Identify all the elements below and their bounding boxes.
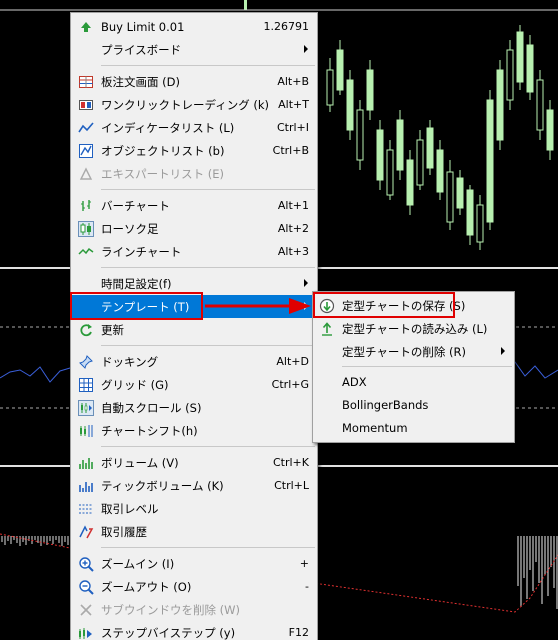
menu-item-template-adx[interactable]: ADX — [313, 370, 514, 393]
candle-body — [496, 69, 504, 141]
object-list-icon — [78, 143, 94, 159]
candle-body — [516, 31, 524, 83]
submenu-arrow-icon — [304, 279, 308, 287]
expert-list-icon — [78, 166, 94, 182]
line-chart-icon — [78, 244, 94, 260]
chart-context-menu: Buy Limit 0.01 1.26791 プライスボード 板注文画面 (D)… — [70, 12, 318, 640]
menu-item-buy-limit[interactable]: Buy Limit 0.01 1.26791 — [71, 15, 317, 38]
candle-body — [476, 204, 484, 243]
menu-item-object-list[interactable]: オブジェクトリスト (b) Ctrl+B — [71, 139, 317, 162]
candle-body — [446, 171, 454, 223]
candlestick-icon — [78, 221, 94, 237]
menu-item-template-momentum[interactable]: Momentum — [313, 416, 514, 439]
menu-item-save-template[interactable]: 定型チャートの保存 (S) — [313, 294, 514, 317]
menu-item-zoom-in[interactable]: ズームイン (I) + — [71, 552, 317, 575]
candle-body — [244, 0, 247, 10]
menu-separator — [101, 345, 315, 346]
auto-scroll-icon — [78, 400, 94, 416]
candle-body — [356, 109, 364, 161]
tick-volume-icon — [78, 478, 94, 494]
candle-body — [436, 149, 444, 193]
order-book-icon — [78, 74, 94, 90]
trade-levels-icon — [78, 501, 94, 517]
candle-body — [346, 79, 354, 131]
menu-item-zoom-out[interactable]: ズームアウト (O) - — [71, 575, 317, 598]
indicator-list-icon — [78, 120, 94, 136]
zoom-in-icon — [78, 556, 94, 572]
grid-icon — [78, 377, 94, 393]
candle-body — [366, 69, 374, 111]
candle-body — [466, 189, 474, 236]
menu-item-grid[interactable]: グリッド (G) Ctrl+G — [71, 373, 317, 396]
submenu-arrow-icon — [304, 45, 308, 53]
menu-item-delete-template[interactable]: 定型チャートの削除 (R) — [313, 340, 514, 363]
menu-item-price-board[interactable]: プライスボード — [71, 38, 317, 61]
refresh-icon — [78, 322, 94, 338]
one-click-icon — [78, 97, 94, 113]
menu-item-indicator-list[interactable]: インディケータリスト (L) Ctrl+I — [71, 116, 317, 139]
volume-icon — [78, 455, 94, 471]
menu-item-tick-volumes[interactable]: ティックボリューム (K) Ctrl+L — [71, 474, 317, 497]
menu-item-one-click-trading[interactable]: ワンクリックトレーディング (k) Alt+T — [71, 93, 317, 116]
menu-item-refresh[interactable]: 更新 — [71, 318, 317, 341]
candle-body — [336, 49, 344, 91]
delete-subwindow-icon — [78, 602, 94, 618]
submenu-arrow-icon — [501, 347, 505, 355]
menu-separator — [342, 366, 512, 367]
bar-chart-icon — [78, 198, 94, 214]
candle-body — [326, 69, 334, 106]
menu-item-chart-shift[interactable]: チャートシフト(h) — [71, 419, 317, 442]
menu-item-docking[interactable]: ドッキング Alt+D — [71, 350, 317, 373]
menu-item-template-bollinger[interactable]: BollingerBands — [313, 393, 514, 416]
candle-body — [386, 149, 394, 196]
candle-body — [536, 79, 544, 131]
candle-body — [416, 139, 424, 186]
menu-item-auto-scroll[interactable]: 自動スクロール (S) — [71, 396, 317, 419]
trade-history-icon — [78, 524, 94, 540]
menu-item-candlesticks[interactable]: ローソク足 Alt+2 — [71, 217, 317, 240]
candle-body — [506, 49, 514, 101]
menu-item-trade-history[interactable]: 取引履歴 — [71, 520, 317, 543]
menu-item-expert-list[interactable]: エキスパートリスト (E) — [71, 162, 317, 185]
menu-item-timeframes[interactable]: 時間足設定(f) — [71, 272, 317, 295]
annotation-arrow-icon — [205, 298, 311, 314]
chart-shift-icon — [78, 423, 94, 439]
candle-body — [486, 99, 494, 223]
menu-item-volumes[interactable]: ボリューム (V) Ctrl+K — [71, 451, 317, 474]
menu-item-load-template[interactable]: 定型チャートの読み込み (L) — [313, 317, 514, 340]
menu-separator — [101, 267, 315, 268]
candle-body — [426, 127, 434, 169]
zoom-out-icon — [78, 579, 94, 595]
menu-separator — [101, 547, 315, 548]
menu-item-trade-levels[interactable]: 取引レベル — [71, 497, 317, 520]
buy-limit-icon — [78, 19, 94, 35]
menu-item-step-by-step[interactable]: ステップバイステップ (y) F12 — [71, 621, 317, 640]
menu-item-delete-subwindow[interactable]: サブウインドウを削除 (W) — [71, 598, 317, 621]
candle-body — [396, 119, 404, 171]
candle-body — [376, 129, 384, 181]
menu-separator — [101, 189, 315, 190]
template-submenu: 定型チャートの保存 (S) 定型チャートの読み込み (L) 定型チャートの削除 … — [312, 291, 515, 443]
candle-body — [456, 177, 464, 209]
save-template-icon — [319, 298, 335, 314]
step-by-step-icon — [78, 625, 94, 640]
load-template-icon — [319, 321, 335, 337]
menu-item-depth-of-market[interactable]: 板注文画面 (D) Alt+B — [71, 70, 317, 93]
menu-item-line-chart[interactable]: ラインチャート Alt+3 — [71, 240, 317, 263]
menu-item-bar-chart[interactable]: バーチャート Alt+1 — [71, 194, 317, 217]
candle-body — [546, 109, 554, 151]
menu-separator — [101, 446, 315, 447]
candle-body — [406, 159, 414, 206]
docking-icon — [78, 354, 94, 370]
menu-separator — [101, 65, 315, 66]
candle-body — [526, 44, 534, 93]
